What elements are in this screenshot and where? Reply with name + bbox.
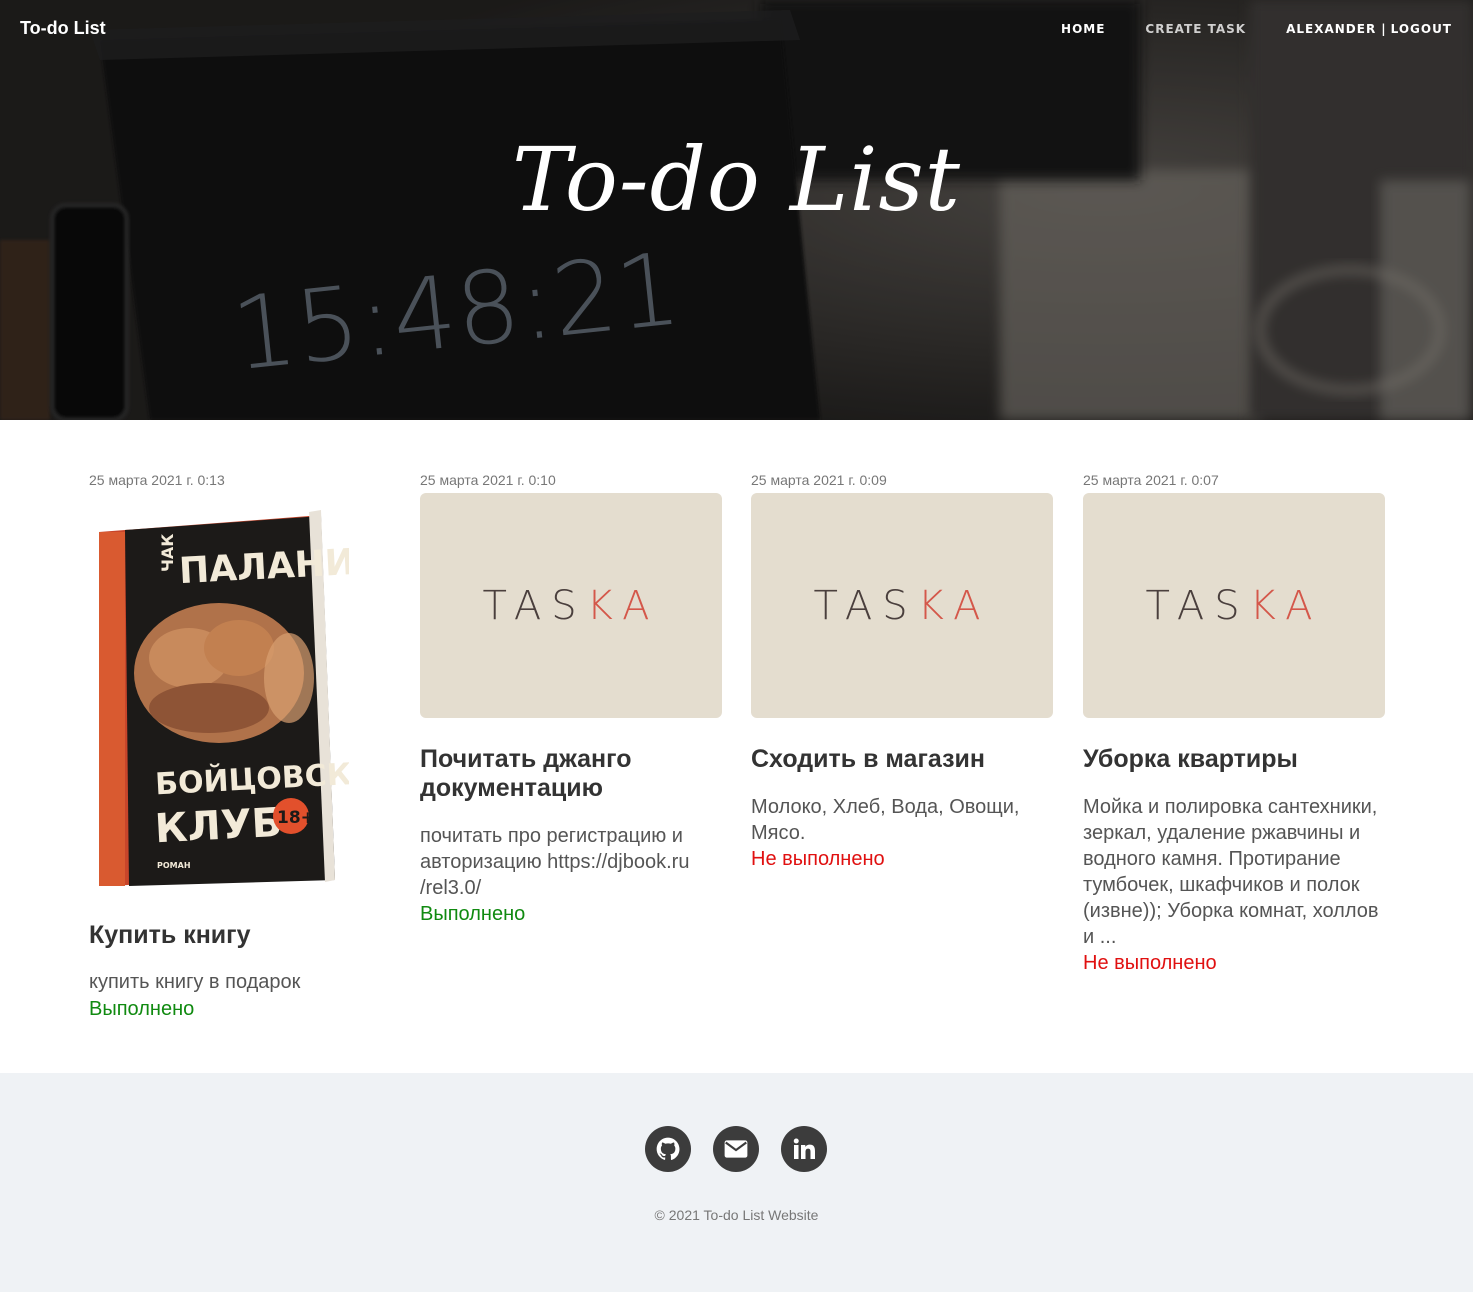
taska-logo-part2: KA — [586, 582, 660, 629]
task-description: почитать про регистрацию и авторизацию h… — [420, 825, 690, 899]
book-cover-image[interactable]: ЧАК ПАЛАНИК БОЙЦОВСКИЙ КЛУБ 18+ РОМАН — [89, 508, 349, 892]
nav-home-link[interactable]: HOME — [1061, 22, 1105, 36]
task-date: 25 марта 2021 г. 0:07 — [1083, 472, 1219, 488]
task-title[interactable]: Уборка квартиры — [1083, 745, 1385, 774]
task-date: 25 марта 2021 г. 0:09 — [751, 472, 887, 488]
task-date: 25 марта 2021 г. 0:13 — [89, 472, 225, 488]
task-image-placeholder[interactable]: TASKA — [420, 493, 722, 718]
task-description: купить книгу в подарок — [89, 971, 301, 993]
hero-header: 15:48:21 To-do List HOME CREATE TASK ALE… — [0, 0, 1473, 420]
book-genre: РОМАН — [157, 861, 191, 870]
task-card: 25 марта 2021 г. 0:13 ЧАК ПАЛАНИК БОЙЦОВ… — [89, 472, 391, 1032]
navbar: HOME CREATE TASK ALEXANDER | LOGOUT — [1061, 22, 1452, 36]
taska-logo-part2: KA — [1249, 582, 1323, 629]
email-link[interactable] — [713, 1126, 759, 1172]
github-link[interactable] — [645, 1126, 691, 1172]
task-title[interactable]: Купить книгу — [89, 921, 391, 950]
taska-logo: TASKA — [1146, 583, 1323, 629]
navbar-brand[interactable]: To-do List — [20, 18, 106, 39]
task-card: 25 марта 2021 г. 0:09 TASKA Сходить в ма… — [751, 472, 1053, 892]
task-status-done: Выполнено — [89, 998, 195, 1020]
task-status-not-done: Не выполнено — [1083, 952, 1217, 974]
nav-separator: | — [1381, 22, 1386, 36]
nav-create-task-link[interactable]: CREATE TASK — [1145, 22, 1246, 36]
hero-title: To-do List — [512, 128, 961, 231]
task-title[interactable]: Почитать джанго документацию — [420, 745, 722, 803]
linkedin-link[interactable] — [781, 1126, 827, 1172]
book-age-badge: 18+ — [277, 808, 315, 828]
task-card: 25 марта 2021 г. 0:10 TASKA Почитать джа… — [420, 472, 722, 932]
task-status-not-done: Не выполнено — [751, 848, 885, 870]
linkedin-icon — [793, 1138, 815, 1159]
task-description: Мойка и полировка сантехники, зеркал, уд… — [1083, 796, 1379, 948]
taska-logo-part1: TAS — [1145, 582, 1250, 629]
book-author-first: ЧАК — [158, 534, 177, 572]
task-date: 25 марта 2021 г. 0:10 — [420, 472, 556, 488]
nav-logout-link[interactable]: LOGOUT — [1391, 22, 1452, 36]
nav-user-link[interactable]: ALEXANDER — [1286, 22, 1376, 36]
book-title-line2: КЛУБ — [154, 800, 283, 853]
taska-logo-part2: KA — [917, 582, 991, 629]
taska-logo: TASKA — [483, 583, 660, 629]
taska-logo-part1: TAS — [813, 582, 918, 629]
email-icon — [724, 1140, 748, 1158]
task-description: Молоко, Хлеб, Вода, Овощи, Мясо. — [751, 796, 1020, 844]
page-footer: © 2021 To-do List Website — [0, 1073, 1473, 1292]
task-status-done: Выполнено — [420, 903, 526, 925]
task-image-placeholder[interactable]: TASKA — [751, 493, 1053, 718]
task-card: 25 марта 2021 г. 0:07 TASKA Уборка кварт… — [1083, 472, 1385, 992]
task-image-placeholder[interactable]: TASKA — [1083, 493, 1385, 718]
task-title[interactable]: Сходить в магазин — [751, 745, 1053, 774]
taska-logo: TASKA — [814, 583, 991, 629]
taska-logo-part1: TAS — [482, 582, 587, 629]
github-icon — [656, 1137, 680, 1160]
footer-copyright: © 2021 To-do List Website — [654, 1207, 819, 1223]
